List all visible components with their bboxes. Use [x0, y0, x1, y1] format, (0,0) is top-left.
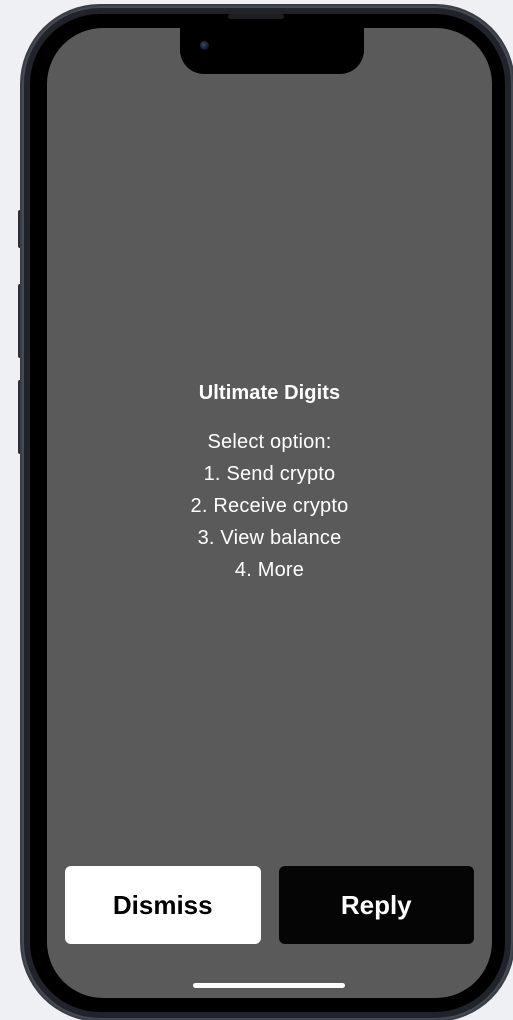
- dismiss-button[interactable]: Dismiss: [65, 866, 261, 944]
- dialog-prompt: Select option:: [207, 431, 332, 453]
- menu-option-view-balance: 3. View balance: [197, 527, 342, 549]
- earpiece-speaker: [228, 14, 284, 19]
- reply-button[interactable]: Reply: [278, 866, 474, 944]
- ussd-dialog: Ultimate Digits Select option: 1. Send c…: [47, 381, 492, 586]
- front-camera-icon: [200, 41, 209, 50]
- phone-screen: Ultimate Digits Select option: 1. Send c…: [47, 28, 492, 998]
- dialog-title: Ultimate Digits: [198, 382, 341, 404]
- menu-option-receive-crypto: 2. Receive crypto: [190, 495, 349, 517]
- menu-option-send-crypto: 1. Send crypto: [203, 463, 336, 485]
- notch: [180, 28, 364, 74]
- menu-option-more: 4. More: [234, 559, 305, 581]
- home-indicator[interactable]: [193, 983, 345, 988]
- dialog-actions: Dismiss Reply: [65, 866, 474, 944]
